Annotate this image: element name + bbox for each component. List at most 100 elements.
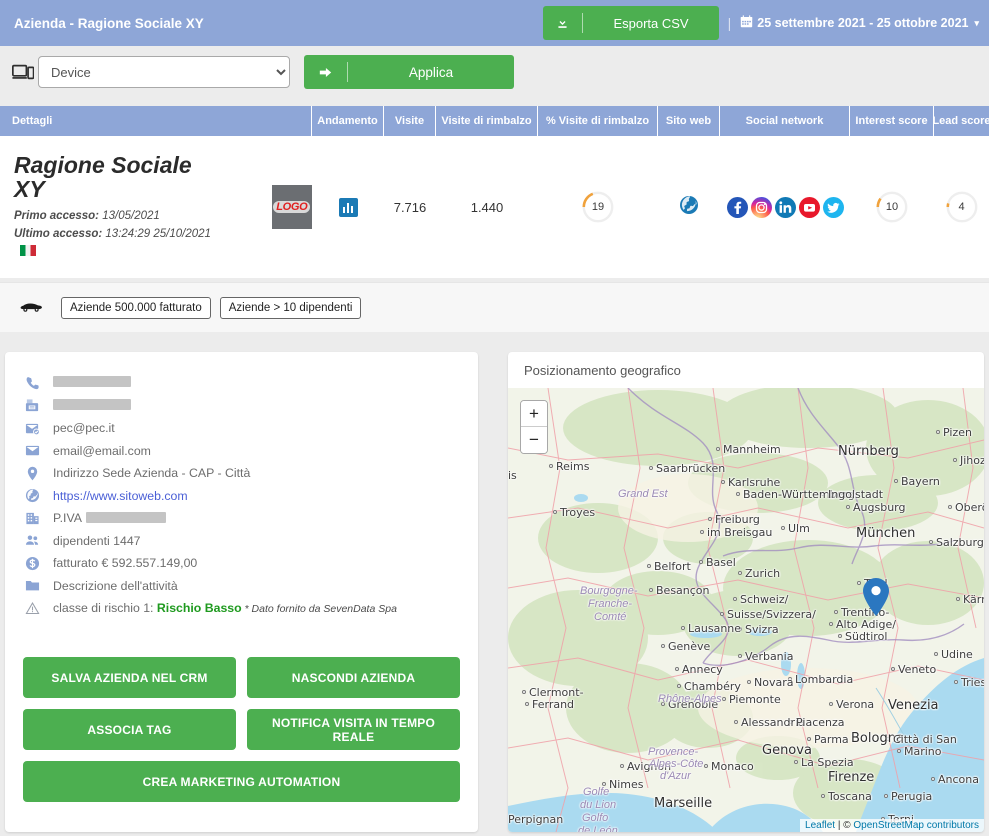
bar-chart-icon[interactable] <box>338 197 358 217</box>
map-city-dot <box>704 764 708 768</box>
map-city-dot <box>834 610 838 614</box>
company-details-panel: pec@pec.it email@email.com Indirizzo Sede … <box>5 352 478 832</box>
info-row-5: https://www.sitoweb.com <box>23 485 478 508</box>
company-info: Ragione Sociale XY Primo accesso: 13/05/… <box>0 152 228 262</box>
hide-company-button[interactable]: NASCONDI AZIENDA <box>247 657 460 698</box>
table-header-5[interactable]: Sito web <box>658 106 720 136</box>
calendar-icon <box>740 15 753 31</box>
map-city-dot <box>716 447 720 451</box>
map-city-label: Piacenza <box>796 716 845 729</box>
map-city-dot <box>956 597 960 601</box>
map-city-label: Ferrand <box>532 698 575 711</box>
map-region-label: du Lion <box>580 799 617 811</box>
map-city-dot <box>738 571 742 575</box>
export-csv-label: Esporta CSV <box>613 15 689 31</box>
download-icon <box>543 13 584 33</box>
map-city-label: Jihozá <box>960 454 984 467</box>
linkedin-icon[interactable] <box>774 196 796 218</box>
export-csv-button[interactable]: Esporta CSV <box>543 6 719 40</box>
table-header-3[interactable]: Visite di rimbalzo <box>436 106 538 136</box>
tag-chip-1[interactable]: Aziende > 10 dipendenti <box>219 296 362 319</box>
map-city-dot <box>699 560 703 564</box>
location-marker[interactable] <box>862 578 890 621</box>
map-city-dot <box>649 466 653 470</box>
twitter-icon[interactable] <box>822 196 844 218</box>
youtube-icon[interactable] <box>798 196 820 218</box>
table-header-6[interactable]: Social network <box>720 106 850 136</box>
map-region-label: Alpes-Côte <box>649 758 704 770</box>
last-access-value: 13:24:29 25/10/2021 <box>105 227 211 240</box>
info-text: Descrizione dell'attività <box>53 578 178 593</box>
map-zoom-controls[interactable]: + − <box>520 400 548 454</box>
map-city-dot <box>829 622 833 626</box>
map-city-label: Pizen <box>943 426 972 439</box>
map-city-label: Verbania <box>745 650 794 663</box>
map-city-dot <box>884 794 888 798</box>
lead-score-value: 4 <box>958 201 965 213</box>
globe-icon[interactable] <box>679 195 699 219</box>
zoom-in-button[interactable]: + <box>521 401 547 427</box>
table-header-2[interactable]: Visite <box>384 106 436 136</box>
building-icon <box>23 511 41 526</box>
tag-chip-0[interactable]: Aziende 500.000 fatturato <box>61 296 211 319</box>
map-city-dot <box>857 581 861 585</box>
map-city-dot <box>549 464 553 468</box>
map-region-label: Golfo <box>582 812 609 824</box>
osm-link[interactable]: OpenStreetMap contributors <box>853 820 979 831</box>
fax-icon <box>23 398 41 413</box>
attribution-separator: | © <box>835 820 854 831</box>
table-header-8[interactable]: Lead score <box>932 106 989 136</box>
associate-tag-button[interactable]: ASSOCIA TAG <box>23 709 236 750</box>
cell-social <box>720 136 850 278</box>
table-row: Ragione Sociale XY Primo accesso: 13/05/… <box>0 136 989 278</box>
table-header-0[interactable]: Dettagli <box>0 106 312 136</box>
map-city-dot <box>733 597 737 601</box>
first-access-line: Primo accesso: 13/05/2021 <box>14 208 228 226</box>
filter-toolbar: Device Applica <box>0 46 989 98</box>
map-city-label: Ulm <box>788 522 810 535</box>
map-city-label: Augsburg <box>853 501 906 514</box>
table-header-1[interactable]: Andamento <box>312 106 384 136</box>
chevron-down-icon: ▾ <box>974 17 979 28</box>
save-company-crm-button[interactable]: SALVA AZIENDA NEL CRM <box>23 657 236 698</box>
results-table-header: Dettagli Andamento Visite Visite di rimbalz… <box>0 106 989 136</box>
table-header-7[interactable]: Interest score <box>850 106 934 136</box>
info-row-3: email@email.com <box>23 440 478 463</box>
website-link[interactable]: https://www.sitoweb.com <box>53 489 188 503</box>
visits-value: 7.716 <box>393 199 427 215</box>
cell-lead-score: 4 <box>934 136 989 278</box>
map-city-label: Freiburg <box>715 513 760 526</box>
map-city-label: Udine <box>941 648 973 661</box>
leaflet-link[interactable]: Leaflet <box>805 820 835 831</box>
info-row-8: fatturato € 592.557.149,00 <box>23 552 478 575</box>
map-city-dot <box>891 667 895 671</box>
device-select[interactable]: Device <box>38 56 290 88</box>
people-icon <box>23 533 41 548</box>
redaction-bar <box>85 512 166 524</box>
car-icon <box>18 298 44 318</box>
map-city-dot <box>954 680 958 684</box>
map-city-label: Oberösterre <box>955 501 984 514</box>
money-icon <box>23 556 41 571</box>
map-city-label: Parma <box>814 733 849 746</box>
map-city-label: Belfort <box>654 560 691 573</box>
map-city-label: Basel <box>706 556 736 569</box>
interest-score-value: 10 <box>885 201 899 213</box>
map-container[interactable]: Pizen Mannheim Nürnberg Jihozá Reims Saarbrüc… <box>508 388 984 832</box>
zoom-out-button[interactable]: − <box>521 427 547 453</box>
create-marketing-automation-button[interactable]: CREA MARKETING AUTOMATION <box>23 761 460 802</box>
instagram-icon[interactable] <box>750 196 772 218</box>
table-header-4[interactable]: % Visite di rimbalzo <box>538 106 658 136</box>
cell-bounce-visits: 1.440 <box>436 136 538 278</box>
vat-number: P.IVA <box>53 511 166 525</box>
redaction-bar <box>53 398 131 410</box>
realtime-visit-notify-button[interactable]: NOTIFICA VISITA IN TEMPO REALE <box>247 709 460 750</box>
first-access-value: 13/05/2021 <box>102 209 160 222</box>
facebook-icon[interactable] <box>726 196 748 218</box>
date-range-picker[interactable]: 25 settembre 2021 - 25 ottobre 2021 ▾ <box>740 15 979 31</box>
header-separator: | <box>727 15 732 31</box>
apply-button[interactable]: Applica <box>304 55 514 89</box>
map-city-label: La Spezia <box>801 756 854 769</box>
map-attribution: Leaflet | © OpenStreetMap contributors <box>800 819 984 832</box>
mail-icon <box>23 443 41 458</box>
